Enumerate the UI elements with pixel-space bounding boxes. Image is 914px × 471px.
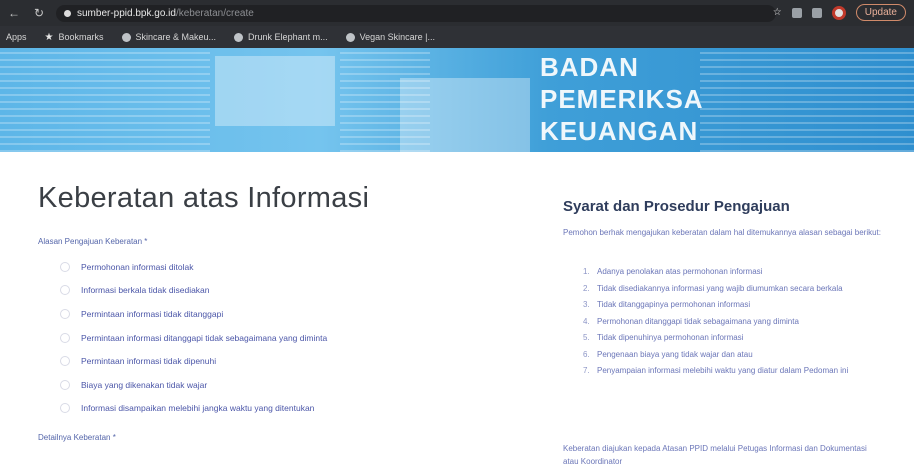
option-label: Permintaan informasi tidak ditanggapi	[81, 308, 224, 319]
list-item: 4. Permohonan ditanggapi tidak sebagaiman…	[583, 316, 799, 326]
star-icon: ★	[44, 31, 54, 43]
bookmark-bookmarks[interactable]: ★ Bookmarks	[45, 32, 104, 43]
page-title: Keberatan atas Informasi	[38, 182, 370, 214]
list-item: 1. Adanya penolakan atas permohonan infor…	[583, 267, 763, 276]
reason-option[interactable]: Permohonan informasi ditolak	[60, 255, 327, 279]
list-item-text: Penyampaian informasi melebihi waktu yan…	[597, 366, 849, 375]
nav-controls: ← ↻	[0, 6, 44, 20]
address-bar[interactable]: sumber-ppid.bpk.go.id /keberatan/create	[56, 5, 776, 22]
list-item: 3. Tidak ditanggapinya permohonan informa…	[583, 300, 751, 309]
profile-avatar[interactable]	[831, 5, 846, 20]
reason-option[interactable]: Biaya yang dikenakan tidak wajar	[60, 373, 327, 397]
bookmark-skincare[interactable]: Skincare & Makeu...	[121, 32, 217, 42]
reason-option[interactable]: Informasi disampaikan melebihi jangka wa…	[60, 397, 327, 421]
sidebar-footer: Keberatan diajukan kepada Atasan PPID me…	[563, 444, 867, 466]
lock-icon	[64, 10, 71, 17]
radio-button[interactable]	[60, 356, 70, 367]
toolbar-actions: ☆ Update	[773, 4, 906, 21]
option-label: Biaya yang dikenakan tidak wajar	[81, 379, 208, 390]
requirements-list: 1. Adanya penolakan atas permohonan infor…	[583, 266, 883, 382]
sidebar-title: Syarat dan Prosedur Pengajuan	[563, 198, 790, 215]
reason-option[interactable]: Informasi berkala tidak disediakan	[60, 279, 327, 303]
back-arrow-icon[interactable]: ←	[8, 6, 20, 20]
bookmark-label: Bookmarks	[58, 32, 104, 42]
bookmark-label: Drunk Elephant m...	[248, 32, 328, 42]
browser-toolbar: ← ↻ sumber-ppid.bpk.go.id /keberatan/cre…	[0, 0, 914, 26]
list-item-text: Tidak dipenuhinya permohonan informasi	[597, 333, 744, 342]
list-item: 5. Tidak dipenuhinya permohonan informasi	[583, 333, 744, 342]
extension-icon[interactable]	[791, 7, 802, 18]
detail-label: Detailnya Keberatan *	[38, 433, 116, 442]
banner-word: PEMERIKSA	[540, 84, 704, 114]
radio-button[interactable]	[60, 379, 70, 390]
extensions-puzzle-icon[interactable]	[811, 7, 822, 18]
banner-building	[400, 78, 530, 152]
banner-word: KEUANGAN	[540, 116, 699, 146]
url-host: sumber-ppid.bpk.go.id	[77, 8, 176, 19]
radio-button[interactable]	[60, 285, 70, 296]
radio-button[interactable]	[60, 308, 70, 319]
bookmark-apps[interactable]: Apps	[6, 32, 27, 42]
list-item: 7. Penyampaian informasi melebihi waktu y…	[583, 366, 849, 375]
list-item-text: Adanya penolakan atas permohonan informa…	[597, 267, 763, 276]
star-bookmark-icon[interactable]: ☆	[773, 7, 782, 18]
url-path: /keberatan/create	[175, 8, 254, 19]
radio-button[interactable]	[60, 332, 70, 343]
option-label: Permohonan informasi ditolak	[81, 261, 194, 272]
reason-option[interactable]: Permintaan informasi ditanggapi tidak se…	[60, 326, 327, 350]
option-label: Permintaan informasi ditanggapi tidak se…	[81, 332, 328, 343]
sidebar-intro: Pemohon berhak mengajukan keberatan dala…	[563, 228, 881, 237]
option-label: Informasi disampaikan melebihi jangka wa…	[81, 403, 315, 414]
bookmark-drunk-elephant[interactable]: Drunk Elephant m...	[234, 32, 328, 42]
list-item: 6. Pengenaan biaya yang tidak wajar dan a…	[583, 349, 753, 359]
globe-icon	[121, 32, 131, 42]
option-label: Informasi berkala tidak disediakan	[81, 285, 210, 296]
option-label: Permintaan informasi tidak dipenuhi	[81, 356, 217, 367]
bookmark-label: Vegan Skincare |...	[359, 32, 435, 42]
reload-icon[interactable]: ↻	[34, 6, 44, 20]
globe-icon	[234, 32, 244, 42]
list-item: 2. Tidak disediakannya informasi yang waj…	[583, 283, 843, 293]
bookmarks-bar: Apps ★ Bookmarks Skincare & Makeu... Dru…	[0, 26, 914, 48]
list-item-text: Pengenaan biaya yang tidak wajar dan ata…	[597, 349, 753, 359]
banner-stripes	[0, 48, 210, 152]
header-banner: BADAN PEMERIKSA KEUANGAN	[0, 48, 914, 152]
radio-button[interactable]	[60, 403, 70, 414]
banner-word: BADAN	[540, 52, 639, 82]
reason-option[interactable]: Permintaan informasi tidak ditanggapi	[60, 302, 327, 326]
bookmark-label: Skincare & Makeu...	[135, 32, 217, 42]
bookmark-label: Apps	[6, 32, 27, 42]
radio-button[interactable]	[60, 261, 70, 272]
bookmark-vegan-skincare[interactable]: Vegan Skincare |...	[345, 32, 435, 42]
banner-stripes	[700, 48, 914, 152]
reason-options: Permohonan informasi ditolak Informasi b…	[60, 255, 327, 420]
banner-building	[215, 56, 335, 126]
list-item-text: Tidak disediakannya informasi yang wajib…	[597, 283, 843, 293]
list-item-text: Tidak ditanggapinya permohonan informasi	[597, 300, 751, 309]
reason-label: Alasan Pengajuan Keberatan *	[38, 237, 148, 246]
update-button[interactable]: Update	[855, 4, 906, 21]
reason-option[interactable]: Permintaan informasi tidak dipenuhi	[60, 349, 327, 373]
list-item-text: Permohonan ditanggapi tidak sebagaimana …	[597, 316, 799, 326]
grid-icon	[345, 32, 355, 42]
